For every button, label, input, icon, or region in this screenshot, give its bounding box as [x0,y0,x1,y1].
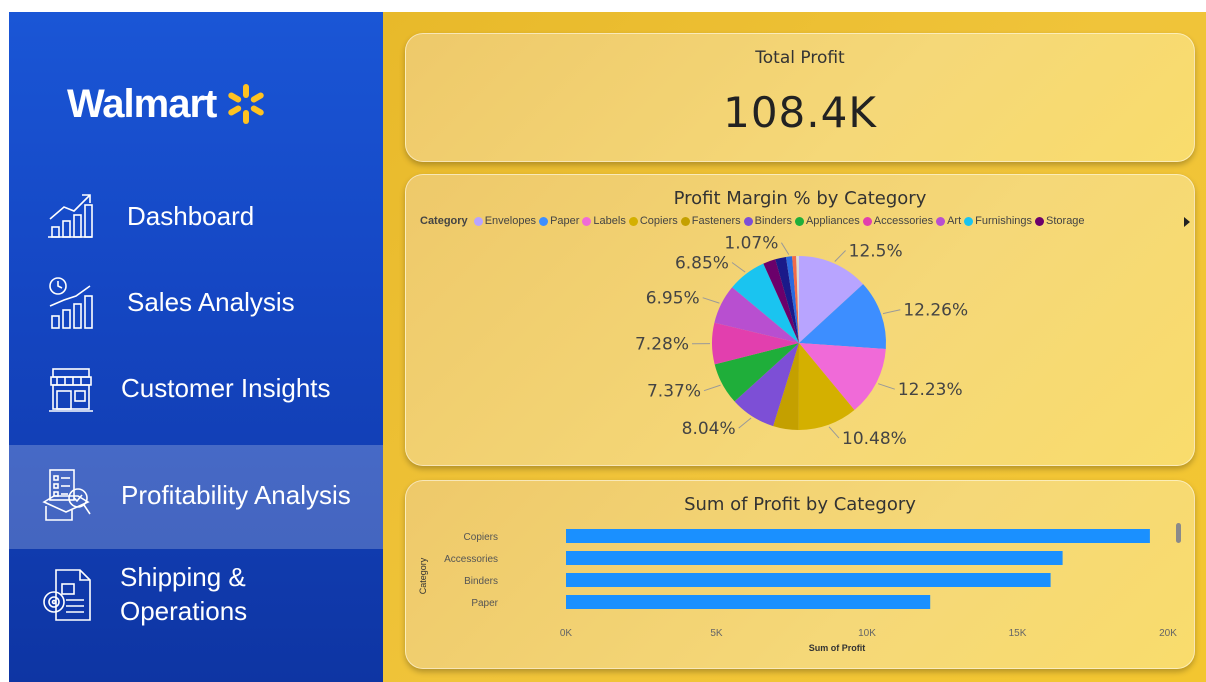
window-top-strip [0,0,1206,12]
pie-data-label: 6.85% [675,254,729,274]
bar-paper[interactable] [566,595,931,609]
pie-data-label: 7.37% [647,382,701,402]
pie-chart: 12.5% 12.26% 12.23% 10.48% 8.04% 7.37% 7.28% 6.… [635,234,968,449]
sidebar-item-label: Profitability Analysis [121,480,351,510]
bar-chart-card[interactable]: Sum of Profit by Category Copiers Accesso… [405,480,1195,669]
sidebar-item-sales-analysis[interactable]: Sales Analysis [9,270,383,336]
walmart-logo: Walmart [67,74,268,134]
pie-data-label: 12.23% [898,380,963,400]
bar-category-label: Copiers [464,532,498,543]
sidebar-item-label: Shipping & [120,562,246,592]
x-tick-label: 15K [1009,628,1027,639]
pie-leader-line [882,309,901,315]
bar-category-label: Accessories [444,554,498,565]
bar-category-label: Paper [471,598,498,609]
sidebar-item-profitability-analysis[interactable]: Profitability Analysis [9,445,383,549]
pie-leader-line [703,384,721,392]
checklist-magnifier-icon [39,469,95,525]
main-canvas: Total Profit 108.4K Profit Margin % by C… [383,12,1206,682]
clock-bar-chart-icon [43,275,99,331]
pie-data-label: 7.28% [635,335,689,355]
pie-leader-line [738,417,752,429]
bar-copiers[interactable] [566,529,1150,543]
pie-leader-line [834,250,846,262]
pie-leader-line [828,426,840,439]
sidebar-item-label: Dashboard [127,201,255,231]
pie-leader-line [878,383,895,390]
bar-chart: Copiers Accessories Binders Paper 0K 5K 10K 15K… [418,529,1177,653]
sidebar-item-label: Customer Insights [121,373,331,403]
sidebar-item-customer-insights[interactable]: Customer Insights [9,358,383,422]
pie-data-label: 1.07% [724,234,778,254]
pie-leader-line [731,262,746,273]
x-axis-title: Sum of Profit [809,643,866,653]
bar-chart-scrollbar[interactable] [1176,523,1181,543]
bar-accessories[interactable] [566,551,1063,565]
walmart-spark-icon [228,84,265,124]
x-tick-label: 20K [1159,628,1177,639]
kpi-value: 108.4K [723,88,877,137]
document-target-icon [39,567,95,623]
pie-data-label: 10.48% [842,429,907,449]
y-axis-title: Category [418,557,428,594]
pie-data-label: 8.04% [682,419,736,439]
pie-leader-line [702,297,720,304]
pie-chart-card[interactable]: Profit Margin % by Category Category Env… [405,174,1195,466]
bar-category-label: Binders [464,576,498,587]
storefront-icon [43,362,99,418]
kpi-title: Total Profit [755,48,845,68]
bar-binders[interactable] [566,573,1051,587]
sidebar-item-label-line2: Operations [120,596,248,626]
pie-data-label: 12.26% [903,301,968,321]
pie-data-label: 12.5% [849,242,903,262]
x-tick-label: 0K [560,628,573,639]
bar-chart-growth-icon [43,188,99,244]
x-tick-label: 10K [858,628,876,639]
pie-leader-line [780,242,790,255]
pie-data-label: 6.95% [646,289,700,309]
logo-text: Walmart [67,81,217,126]
sidebar-item-dashboard[interactable]: Dashboard [9,184,383,248]
sidebar-item-label: Sales Analysis [127,287,295,317]
x-tick-label: 5K [710,628,723,639]
sidebar-item-shipping-operations[interactable]: Shipping & Operations [9,559,383,633]
sidebar: Walmart Dashboard Sales Analysis Custome… [9,12,383,682]
kpi-card-total-profit[interactable]: Total Profit 108.4K [405,33,1195,162]
